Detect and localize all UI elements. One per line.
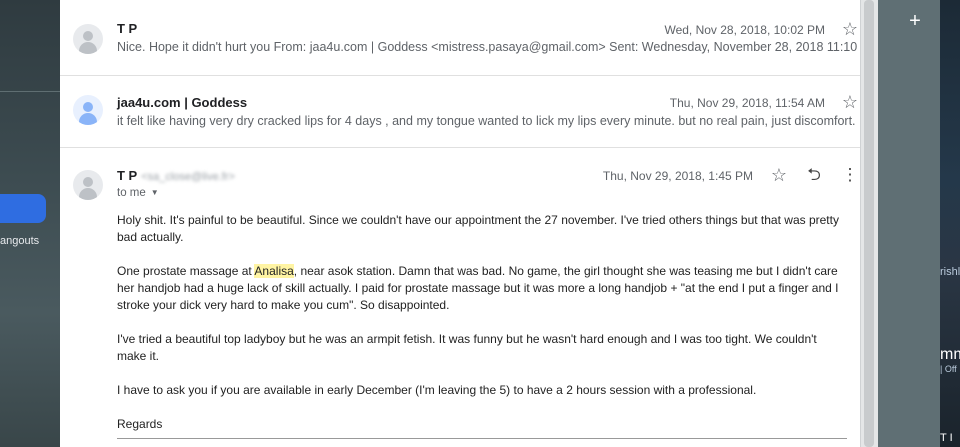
avatar (73, 95, 103, 125)
body-paragraph: I have to ask you if you are available i… (117, 383, 757, 397)
collapsed-message[interactable]: T P Wed, Nov 28, 2018, 10:02 PM ☆ Nice. … (60, 0, 860, 76)
side-panel (878, 0, 940, 447)
message-date: Wed, Nov 28, 2018, 10:02 PM (664, 23, 825, 37)
right-edge-text: rishl (940, 266, 960, 278)
sender-name: T P (117, 21, 138, 36)
more-options-icon[interactable]: ⋮ (841, 166, 859, 184)
compose-nav-pill[interactable] (0, 194, 46, 223)
body-paragraph: Regards (117, 417, 163, 431)
message-snippet: Nice. Hope it didn't hurt you From: jaa4… (117, 40, 857, 54)
hangouts-label[interactable]: angouts (0, 235, 60, 247)
message-date: Thu, Nov 29, 2018, 11:54 AM (669, 96, 825, 110)
star-icon[interactable]: ☆ (841, 93, 859, 111)
star-icon[interactable]: ☆ (841, 20, 859, 38)
right-edge-background (940, 0, 960, 447)
avatar (73, 24, 103, 54)
recipients-label: to me (117, 187, 146, 199)
body-paragraph: Holy shit. It's painful to be beautiful.… (117, 213, 839, 244)
scrollbar-thumb[interactable] (864, 0, 874, 447)
body-paragraph: I've tried a beautiful top ladyboy but h… (117, 332, 817, 363)
sender-name-text: T P (117, 168, 138, 183)
chevron-down-icon: ▼ (150, 188, 159, 197)
avatar (73, 170, 103, 200)
sender-name: T P <sa_close@live.fr> (117, 168, 235, 183)
sender-email: <sa_close@live.fr> (141, 171, 235, 183)
message-body: Holy shit. It's painful to be beautiful.… (117, 212, 847, 447)
quoted-text-divider (117, 438, 847, 439)
recipients-toggle[interactable]: to me ▼ (117, 187, 159, 199)
collapsed-message[interactable]: jaa4u.com | Goddess Thu, Nov 29, 2018, 1… (60, 76, 860, 148)
email-thread: T P Wed, Nov 28, 2018, 10:02 PM ☆ Nice. … (60, 0, 860, 447)
reply-icon[interactable]: ⮌ (805, 166, 823, 184)
left-background (0, 0, 60, 447)
message-snippet: it felt like having very dry cracked lip… (117, 114, 856, 128)
body-text-segment: One prostate massage at (117, 264, 255, 278)
add-addon-icon[interactable]: + (906, 10, 924, 33)
sender-name: jaa4u.com | Goddess (117, 95, 248, 110)
right-edge-text: | Off (940, 364, 957, 374)
body-paragraph: One prostate massage at Analisa, near as… (117, 263, 847, 314)
left-divider (0, 91, 60, 92)
star-icon[interactable]: ☆ (770, 166, 788, 184)
right-edge-text: mm (940, 346, 960, 363)
message-date: Thu, Nov 29, 2018, 1:45 PM (602, 169, 753, 183)
highlighted-term: Analisa (254, 264, 294, 278)
right-edge-text: T I (940, 432, 953, 444)
